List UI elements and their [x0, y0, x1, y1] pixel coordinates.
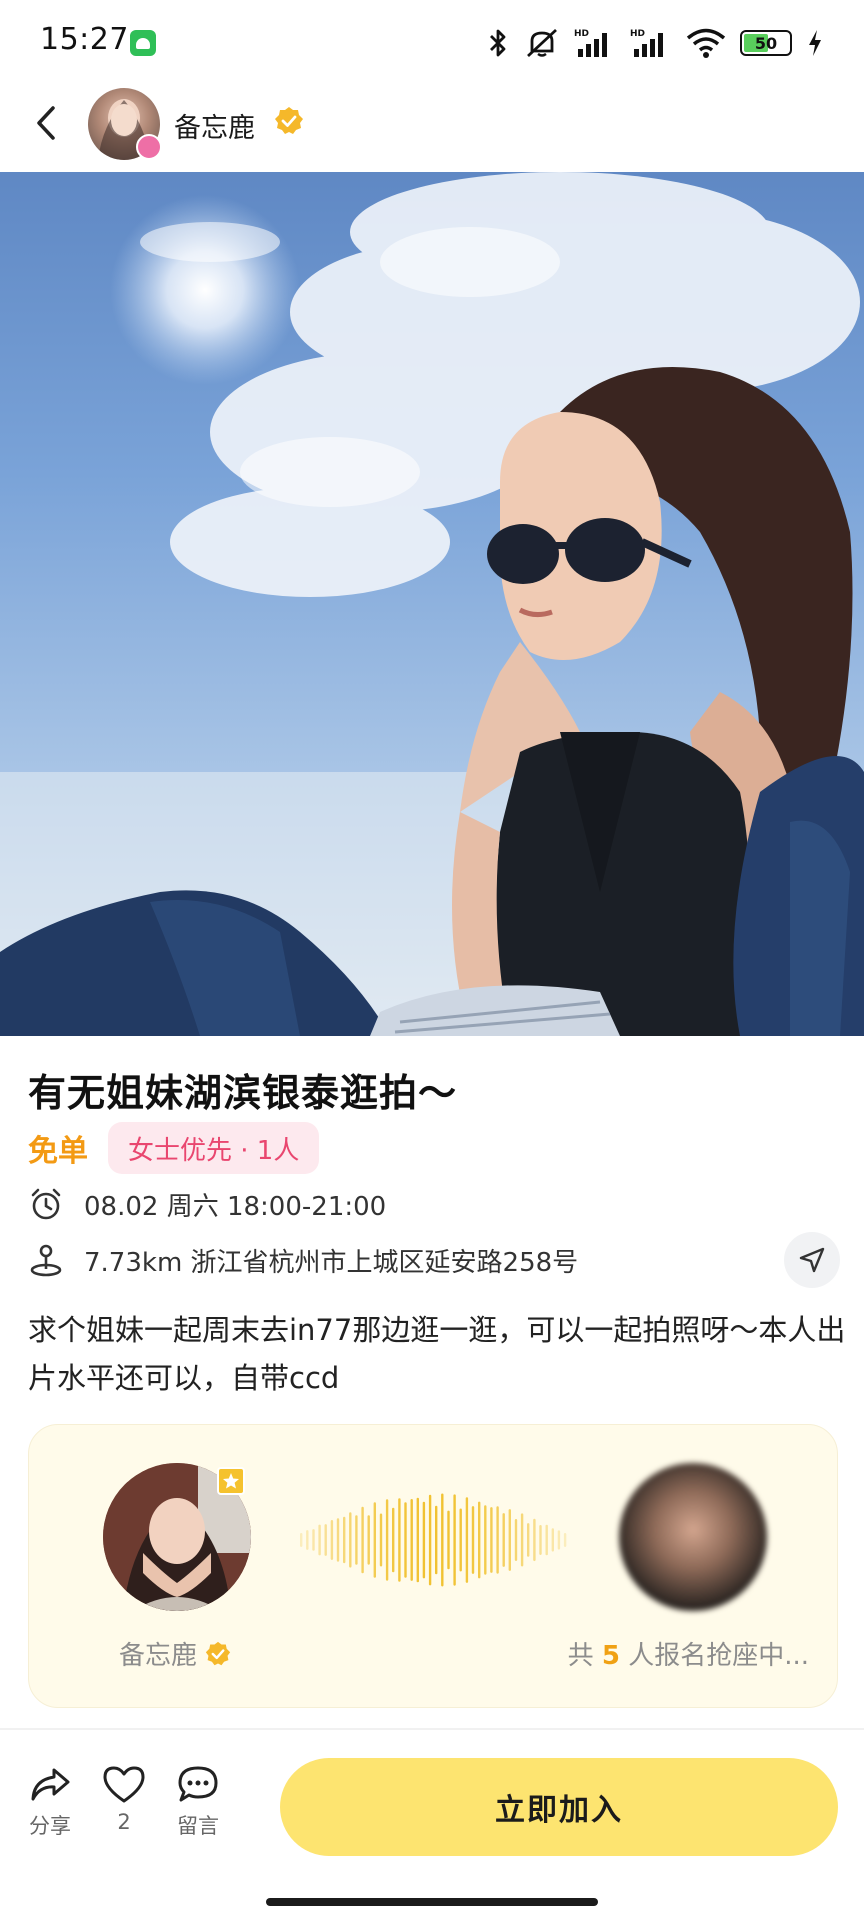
chevron-left-icon	[37, 106, 55, 140]
bluetooth-icon	[490, 29, 506, 57]
signup-count: 5	[601, 1641, 620, 1671]
share-icon	[31, 1768, 70, 1801]
host-star-icon	[217, 1467, 245, 1495]
charging-icon	[809, 30, 821, 56]
avatar-badge-icon	[136, 134, 162, 160]
author-name[interactable]: 备忘鹿	[174, 106, 255, 145]
like-button[interactable]: 2	[94, 1764, 154, 1834]
hd-signal-icon: HD	[574, 29, 607, 57]
navigation-arrow-icon	[799, 1247, 825, 1273]
heart-icon	[103, 1766, 145, 1803]
event-location[interactable]: 7.73km 浙江省杭州市上城区延安路258号	[84, 1242, 578, 1279]
verified-icon	[205, 1641, 231, 1665]
mute-icon	[527, 28, 557, 58]
participants-card[interactable]: 备忘鹿 共 5 人报名抢座中...	[28, 1424, 838, 1708]
location-row: 7.73km 浙江省杭州市上城区延安路258号	[28, 1240, 578, 1280]
battery-level: 50	[754, 33, 778, 53]
status-bar: 15:27 HD HD 50	[0, 0, 864, 86]
svg-text:HD: HD	[630, 29, 645, 39]
event-datetime: 08.02 周六 18:00-21:00	[84, 1191, 387, 1222]
battery-icon: 50	[740, 30, 792, 56]
verified-icon	[275, 107, 303, 134]
host-name: 备忘鹿	[119, 1641, 198, 1671]
datetime-row: 08.02 周六 18:00-21:00	[28, 1184, 386, 1224]
svg-text:HD: HD	[574, 29, 589, 39]
alarm-clock-icon	[31, 1188, 61, 1220]
participant-avatar[interactable]	[619, 1463, 767, 1611]
signup-status: 共 5 人报名抢座中...	[567, 1641, 809, 1671]
hd-signal-icon: HD	[630, 29, 663, 57]
like-count: 2	[117, 1810, 131, 1834]
back-button[interactable]	[26, 98, 66, 148]
post-photo[interactable]	[0, 172, 864, 1036]
post-description: 求个姐妹一起周末去in77那边逛一逛，可以一起拍照呀～本人出片水平还可以，自带c…	[28, 1313, 846, 1395]
comment-label: 留言	[177, 1814, 219, 1838]
post-tags: 免单 女士优先 · 1人	[28, 1122, 320, 1174]
preference-tag: 女士优先 · 1人	[108, 1122, 320, 1174]
map-pin-icon	[30, 1244, 62, 1277]
home-indicator[interactable]	[266, 1898, 598, 1906]
share-label: 分享	[29, 1814, 71, 1838]
host-name-row: 备忘鹿	[119, 1635, 231, 1672]
join-button[interactable]: 立即加入	[280, 1758, 838, 1856]
post-title: 有无姐妹湖滨银泰逛拍～	[28, 1071, 458, 1115]
bottom-divider	[0, 1728, 864, 1730]
status-time: 15:27	[40, 22, 129, 57]
comment-button[interactable]: 留言	[168, 1764, 228, 1840]
status-icons: HD HD 50	[486, 26, 824, 60]
navigate-button[interactable]	[784, 1232, 840, 1288]
comment-icon	[178, 1766, 218, 1802]
price-tag: 免单	[28, 1134, 88, 1169]
wifi-icon	[686, 28, 726, 58]
sound-wave-icon	[300, 1493, 567, 1587]
android-icon	[130, 30, 156, 56]
post-header: 备忘鹿	[0, 86, 864, 172]
share-button[interactable]: 分享	[20, 1764, 80, 1840]
